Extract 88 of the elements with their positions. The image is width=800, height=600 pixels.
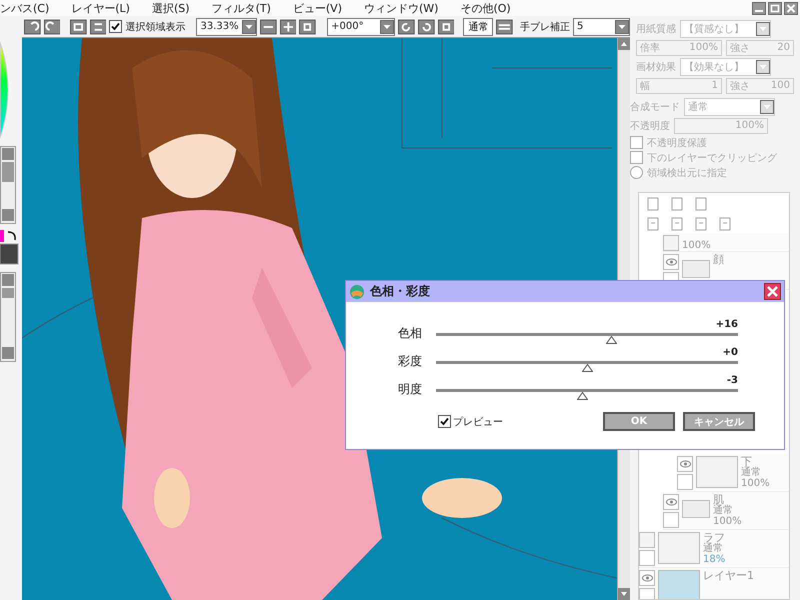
layer-row[interactable]: レイヤー1 (639, 568, 789, 599)
eye-icon (666, 498, 676, 506)
undo-icon[interactable] (24, 18, 41, 34)
dialog-title: 色相・彩度 (370, 283, 430, 300)
color-swatch-drawing[interactable] (0, 230, 20, 266)
layer-opacity: 100% (713, 516, 742, 527)
layer-name: 下 (741, 456, 752, 467)
close-icon[interactable] (784, 2, 798, 14)
rotate-left-icon[interactable] (398, 18, 415, 34)
stabilizer-label: 手ブレ補正 (520, 20, 570, 34)
visibility-toggle[interactable] (677, 456, 693, 472)
cancel-button[interactable]: キャンセル (683, 412, 755, 431)
blend-mode: 通常 (703, 543, 724, 554)
menu-item[interactable]: レイヤー(L) (71, 0, 152, 16)
eye-icon (680, 460, 690, 468)
menu-item[interactable]: ンバス(C) (0, 0, 72, 16)
blend-mode-label: 合成モード (630, 100, 680, 114)
layer-opacity: 100% (741, 478, 770, 489)
opacity-label: 不透明度 (630, 120, 670, 132)
angle-select[interactable]: +000° (327, 18, 396, 36)
stabilizer-select[interactable]: 5 (572, 18, 630, 36)
layer-name: ラフ (703, 532, 726, 543)
layer-row[interactable]: 下 通常 100% (677, 454, 789, 492)
zoom-out-icon[interactable] (260, 18, 277, 34)
visibility-toggle[interactable] (639, 532, 655, 548)
layer-row[interactable]: 100% (663, 233, 789, 252)
layer-opacity: 18% (703, 554, 726, 565)
close-button[interactable] (764, 283, 781, 300)
option-label: 領域検出元に指定 (647, 166, 727, 180)
layer-row[interactable]: 肌 通常 100% (663, 492, 789, 530)
slider-thumb[interactable] (577, 392, 588, 400)
preview-checkbox[interactable] (438, 415, 451, 428)
slider-reading: +16 (716, 319, 738, 330)
menu-item[interactable]: ビュー(V) (292, 0, 364, 16)
selection-label: 選択領域表示 (125, 20, 186, 34)
menu-item[interactable]: フィルタ(T) (212, 0, 293, 16)
visibility-toggle[interactable] (639, 570, 655, 586)
reset-icon[interactable] (438, 18, 454, 34)
layer-thumbnail (658, 532, 700, 564)
reset-icon[interactable] (299, 18, 316, 34)
selection-checkbox[interactable] (109, 20, 122, 33)
lock-toggle[interactable] (663, 512, 679, 528)
minimize-icon[interactable] (752, 2, 766, 14)
visibility-toggle[interactable] (663, 235, 679, 251)
slider-thumb[interactable] (582, 364, 593, 372)
layer-thumbnail (658, 570, 700, 599)
app-icon (349, 284, 365, 300)
lock-toggle[interactable] (677, 474, 693, 490)
layer-opacity: 100% (682, 240, 711, 251)
paper-texture-label: 用紙質感 (636, 22, 676, 36)
redo-icon[interactable] (44, 18, 60, 34)
slider-label: 色相 (398, 325, 423, 342)
layer-name: レイヤー1 (703, 570, 754, 581)
option-label: 不透明度保護 (647, 136, 707, 150)
slider-thumb[interactable] (606, 336, 618, 344)
preview-label: プレビュー (453, 416, 503, 428)
brush-effect-label: 画材効果 (636, 60, 676, 74)
restore-icon[interactable] (768, 2, 782, 14)
deselect-icon[interactable] (90, 18, 106, 34)
menu-item[interactable]: ウィンドウ(W) (364, 0, 460, 16)
eye-icon (666, 258, 676, 266)
scroll-down-icon[interactable] (618, 588, 630, 600)
layer-name: 肌 (713, 494, 724, 505)
layer-name: 顔 (713, 254, 724, 265)
blend-mode: 通常 (713, 505, 734, 516)
menu-item[interactable]: 選択(S) (152, 0, 212, 16)
zoom-select[interactable]: 33.33% (196, 18, 258, 36)
zoom-in-icon[interactable] (280, 18, 296, 34)
menu-item[interactable]: その他(O) (460, 0, 533, 16)
scrollbar[interactable] (0, 272, 16, 362)
slider-label: 明度 (398, 381, 423, 398)
select-icon[interactable] (70, 18, 87, 34)
lock-toggle[interactable] (639, 550, 655, 566)
slider-reading: +0 (722, 347, 738, 358)
eye-icon (642, 574, 652, 582)
layer-row[interactable]: ラフ 通常 18% (639, 530, 789, 568)
blend-mode: 通常 (741, 467, 762, 478)
slider-reading: -3 (726, 375, 738, 386)
rotate-right-icon[interactable] (418, 18, 435, 34)
visibility-toggle[interactable] (663, 494, 679, 510)
option-label: 下のレイヤーでクリッピング (647, 152, 777, 164)
blend-button[interactable]: 通常 (463, 18, 494, 36)
visibility-toggle[interactable] (663, 254, 679, 270)
scroll-up-icon[interactable] (618, 38, 630, 50)
scrollbar[interactable] (0, 146, 16, 224)
slider-label: 彩度 (398, 353, 423, 370)
layer-thumbnail (696, 456, 738, 488)
ok-button[interactable]: OK (603, 412, 675, 431)
